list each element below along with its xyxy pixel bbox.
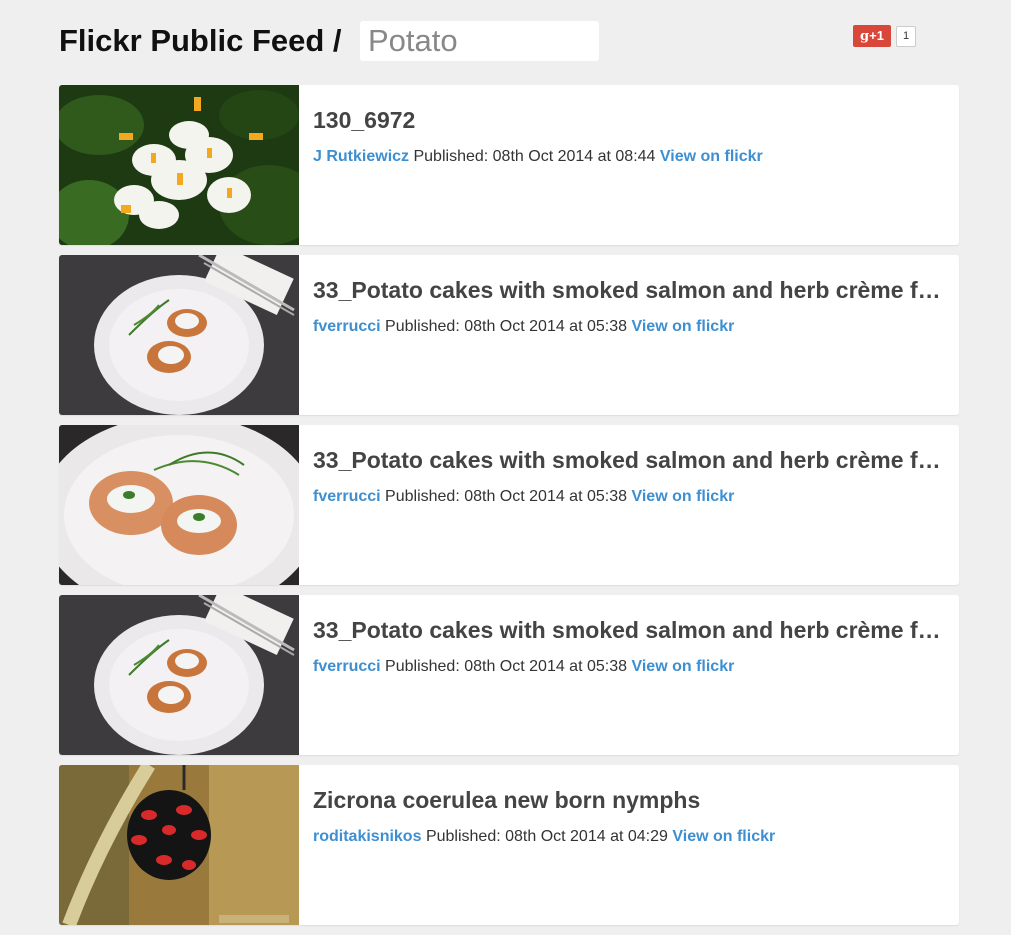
photo-title: 130_6972 — [313, 107, 416, 133]
plate-photo-icon — [59, 595, 299, 755]
view-on-flickr-link[interactable]: View on flickr — [631, 658, 734, 675]
card-body: 33_Potato cakes with smoked salmon and h… — [313, 445, 945, 507]
view-on-flickr-link[interactable]: View on flickr — [672, 828, 775, 845]
card-body: 33_Potato cakes with smoked salmon and h… — [313, 275, 945, 337]
feed-card: 33_Potato cakes with smoked salmon and h… — [59, 425, 959, 585]
author-link[interactable]: roditakisnikos — [313, 828, 421, 845]
author-link[interactable]: fverrucci — [313, 658, 381, 675]
published-label: Published: — [425, 828, 501, 845]
view-on-flickr-link[interactable]: View on flickr — [631, 318, 734, 335]
insect-photo-icon — [59, 765, 299, 925]
photo-meta: fverrucci Published: 08th Oct 2014 at 05… — [313, 317, 945, 337]
google-plus-icon: g — [860, 29, 870, 44]
photo-title: 33_Potato cakes with smoked salmon and h… — [313, 277, 945, 303]
published-label: Published: — [385, 658, 460, 675]
author-link[interactable]: fverrucci — [313, 488, 381, 505]
published-label: Published: — [385, 488, 460, 505]
flower-photo-icon — [59, 85, 299, 245]
photo-thumbnail[interactable] — [59, 425, 299, 585]
view-on-flickr-link[interactable]: View on flickr — [631, 488, 734, 505]
google-plus-label: +1 — [869, 28, 884, 43]
photo-thumbnail[interactable] — [59, 765, 299, 925]
photo-thumbnail[interactable] — [59, 85, 299, 245]
google-plus-button[interactable]: g+1 — [853, 25, 891, 47]
photo-title: Zicrona coerulea new born nymphs — [313, 787, 701, 813]
plate-closeup-photo-icon — [59, 425, 299, 585]
photo-title: 33_Potato cakes with smoked salmon and h… — [313, 447, 945, 473]
published-label: Published: — [413, 148, 489, 165]
card-body: 130_6972 J Rutkiewicz Published: 08th Oc… — [313, 105, 945, 167]
published-date: 08th Oct 2014 at 08:44 — [492, 148, 656, 165]
page-header: Flickr Public Feed / g+1 1 — [59, 20, 959, 62]
photo-meta: fverrucci Published: 08th Oct 2014 at 05… — [313, 657, 945, 677]
feed-card: 33_Potato cakes with smoked salmon and h… — [59, 595, 959, 755]
published-date: 08th Oct 2014 at 05:38 — [464, 488, 628, 505]
feed-card: Zicrona coerulea new born nymphs roditak… — [59, 765, 959, 925]
feed-card: 33_Potato cakes with smoked salmon and h… — [59, 255, 959, 415]
feed-card: 130_6972 J Rutkiewicz Published: 08th Oc… — [59, 85, 959, 245]
photo-thumbnail[interactable] — [59, 255, 299, 415]
card-body: Zicrona coerulea new born nymphs roditak… — [313, 785, 945, 847]
photo-thumbnail[interactable] — [59, 595, 299, 755]
photo-feed: 130_6972 J Rutkiewicz Published: 08th Oc… — [59, 85, 959, 935]
published-date: 08th Oct 2014 at 05:38 — [464, 318, 628, 335]
photo-meta: J Rutkiewicz Published: 08th Oct 2014 at… — [313, 147, 945, 167]
published-date: 08th Oct 2014 at 04:29 — [505, 828, 668, 845]
author-link[interactable]: fverrucci — [313, 318, 381, 335]
photo-meta: roditakisnikos Published: 08th Oct 2014 … — [313, 827, 945, 847]
search-input[interactable] — [360, 21, 599, 61]
google-plus-count: 1 — [896, 26, 916, 47]
plate-photo-icon — [59, 255, 299, 415]
photo-meta: fverrucci Published: 08th Oct 2014 at 05… — [313, 487, 945, 507]
published-label: Published: — [385, 318, 460, 335]
page-title: Flickr Public Feed / — [59, 23, 342, 58]
view-on-flickr-link[interactable]: View on flickr — [660, 148, 763, 165]
author-link[interactable]: J Rutkiewicz — [313, 148, 409, 165]
card-body: 33_Potato cakes with smoked salmon and h… — [313, 615, 945, 677]
published-date: 08th Oct 2014 at 05:38 — [464, 658, 628, 675]
photo-title: 33_Potato cakes with smoked salmon and h… — [313, 617, 945, 643]
